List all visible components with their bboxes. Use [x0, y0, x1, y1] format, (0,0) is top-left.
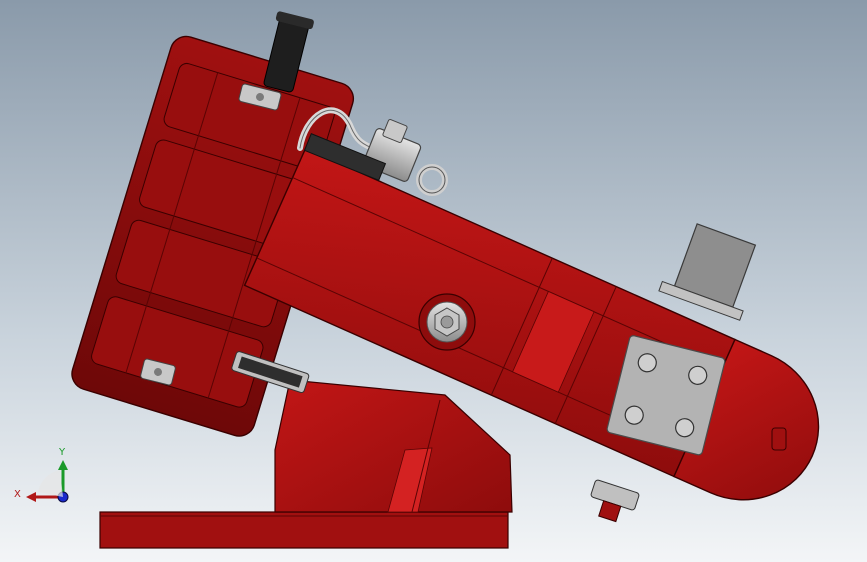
small-bracket-bottom: [590, 479, 640, 523]
base-plate: [99, 511, 509, 549]
pedestal: [274, 379, 513, 513]
side-knob: [771, 427, 787, 451]
pivot-bolt: [418, 293, 476, 351]
y-axis-label: Y: [58, 447, 66, 458]
cad-model-view: Y X: [14, 11, 820, 549]
motor-block: [658, 223, 757, 321]
axis-triad: Y X: [14, 447, 69, 503]
cad-viewport[interactable]: Y X: [0, 0, 867, 562]
x-axis-label: X: [14, 489, 21, 500]
